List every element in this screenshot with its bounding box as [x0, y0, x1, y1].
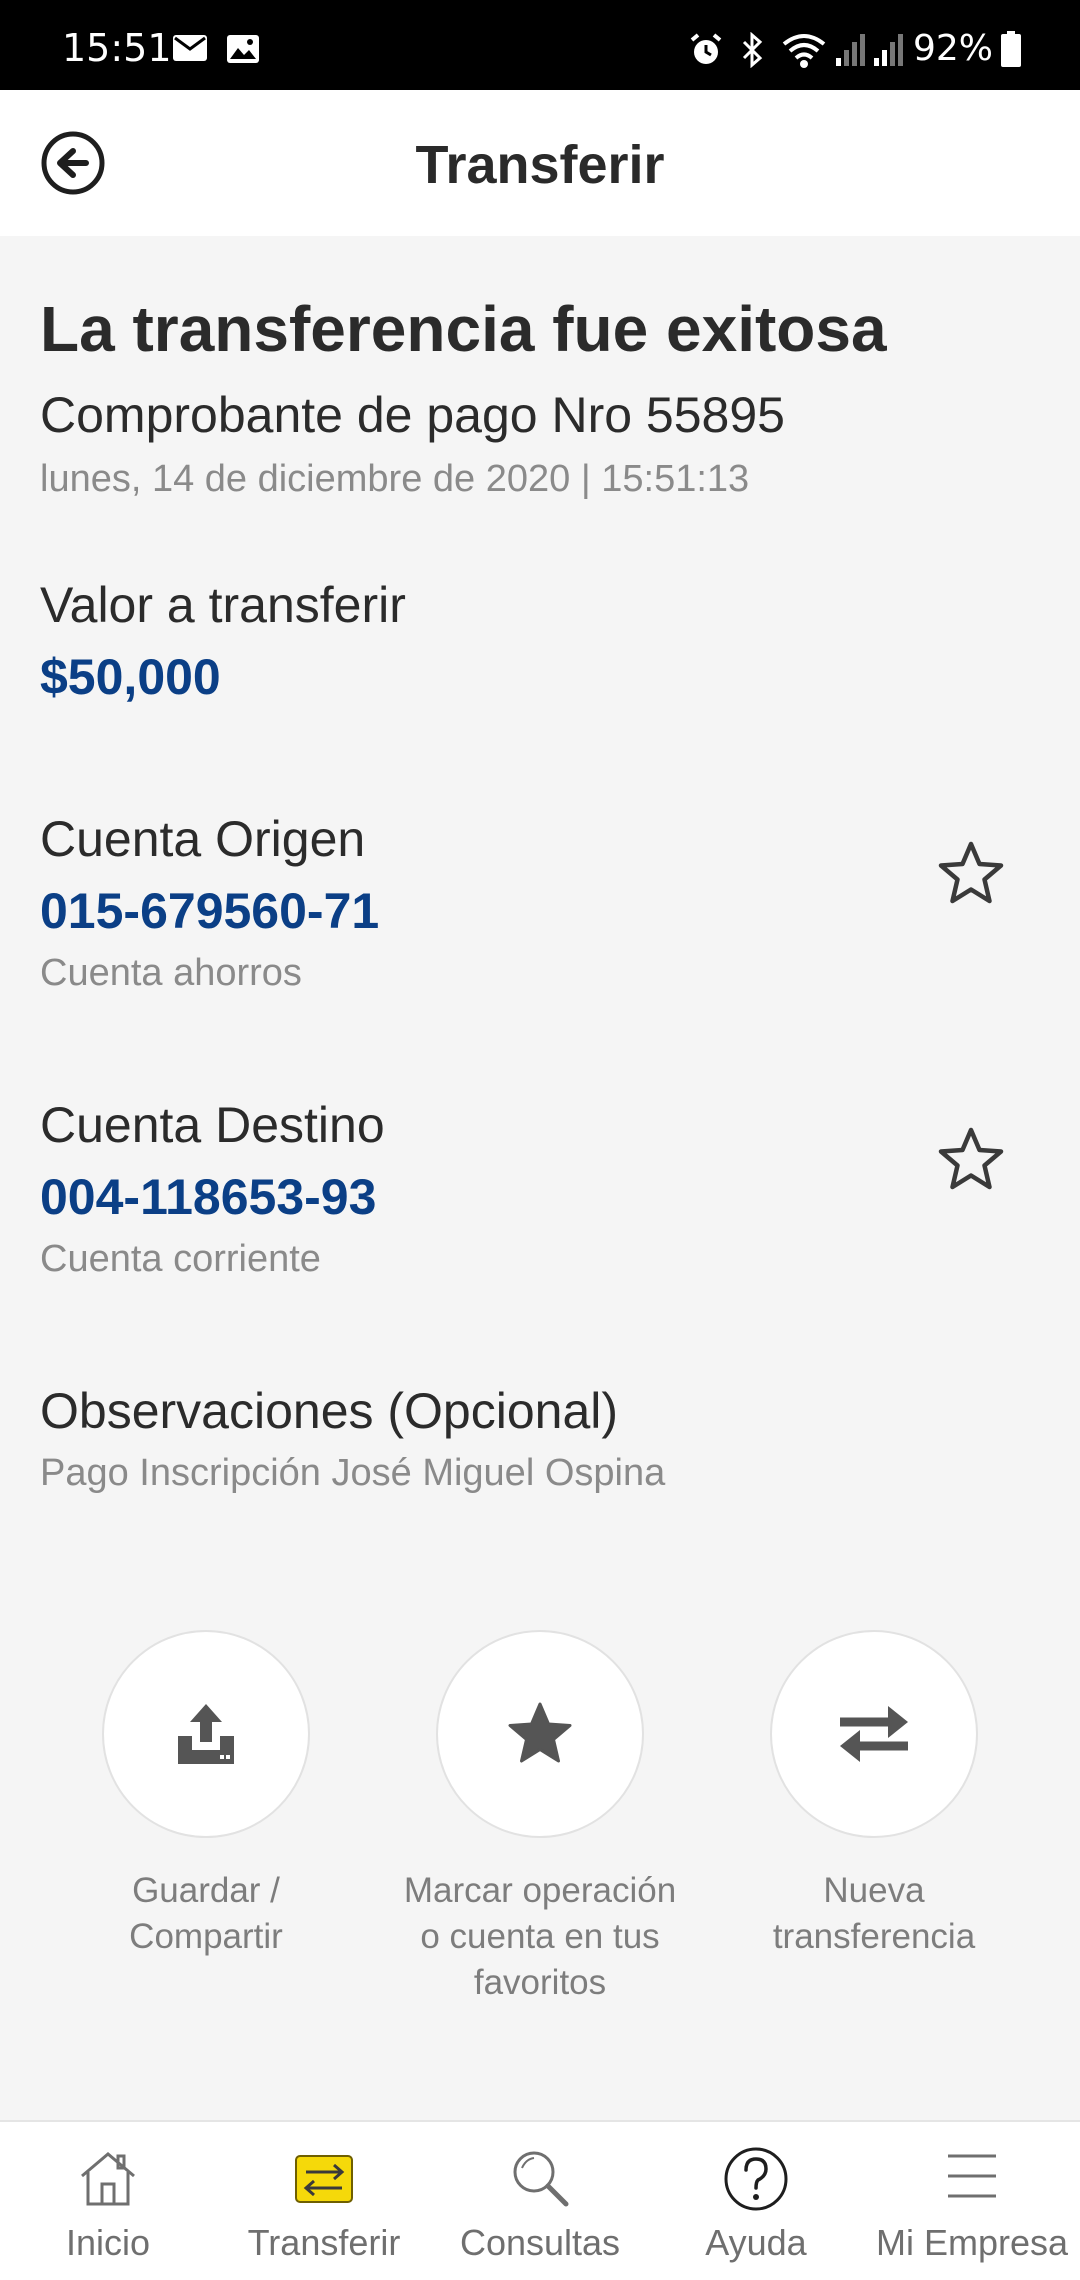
- receipt-datetime: lunes, 14 de diciembre de 2020 | 15:51:1…: [40, 458, 750, 500]
- nav-item-mi-empresa[interactable]: Mi Empresa: [864, 2122, 1080, 2280]
- success-headline: La transferencia fue exitosa: [40, 293, 887, 365]
- bottom-navigation: Inicio Transferir Consultas Ayuda Mi Emp…: [0, 2120, 1080, 2280]
- nav-label-inicio: Inicio: [65, 2222, 151, 2263]
- image-icon: [227, 35, 259, 63]
- battery-percent: 92%: [913, 28, 994, 69]
- wifi-icon: [782, 34, 826, 68]
- new-transfer-button[interactable]: Nueva transferencia: [734, 1630, 1014, 1960]
- save-share-button[interactable]: Guardar / Compartir: [66, 1630, 346, 1960]
- nav-label-mi-empresa: Mi Empresa: [875, 2222, 1069, 2263]
- home-icon: [81, 2152, 135, 2206]
- amount-label: Valor a transferir: [40, 577, 406, 633]
- mark-favorite-button[interactable]: Marcar operación o cuenta en tus favorit…: [400, 1630, 680, 2006]
- nav-label-transferir: Transferir: [247, 2222, 401, 2263]
- transfer-icon: [295, 2155, 353, 2203]
- destination-account-label: Cuenta Destino: [40, 1097, 385, 1153]
- amount-value: $50,000: [40, 649, 221, 705]
- battery-icon: [1001, 31, 1021, 67]
- status-bar: 15:51 92%: [0, 0, 1080, 90]
- new-transfer-label-line2: transferencia: [772, 1917, 976, 1956]
- alarm-icon: [690, 33, 722, 64]
- origin-account-label: Cuenta Origen: [40, 811, 366, 867]
- page-title: Transferir: [415, 135, 665, 195]
- destination-account-number: 004-118653-93: [40, 1169, 377, 1225]
- nav-item-ayuda[interactable]: Ayuda: [648, 2122, 864, 2280]
- nav-item-transferir[interactable]: Transferir: [216, 2122, 432, 2280]
- favorite-destination-star-icon[interactable]: [935, 1124, 1007, 1196]
- menu-icon: [948, 2154, 996, 2198]
- mark-favorite-label-line2: o cuenta en tus: [420, 1917, 660, 1956]
- mail-icon: [173, 35, 207, 61]
- search-icon: [513, 2151, 569, 2207]
- favorite-origin-star-icon[interactable]: [935, 838, 1007, 910]
- app-bar: Transferir: [0, 90, 1080, 236]
- nav-item-inicio[interactable]: Inicio: [0, 2122, 216, 2280]
- new-transfer-circle[interactable]: [770, 1630, 978, 1838]
- origin-account-type: Cuenta ahorros: [40, 952, 302, 994]
- star-icon: [508, 1702, 572, 1763]
- mark-favorite-label-line1: Marcar operación: [403, 1871, 677, 1910]
- help-icon: [724, 2147, 788, 2211]
- nav-item-consultas[interactable]: Consultas: [432, 2122, 648, 2280]
- swap-arrows-icon: [840, 1706, 908, 1762]
- status-time: 15:51: [62, 26, 172, 70]
- mark-favorite-circle[interactable]: [436, 1630, 644, 1838]
- save-share-circle[interactable]: [102, 1630, 310, 1838]
- receipt-number: Comprobante de pago Nro 55895: [40, 387, 785, 443]
- save-share-label-line1: Guardar /: [132, 1871, 280, 1910]
- destination-account-type: Cuenta corriente: [40, 1238, 321, 1280]
- bluetooth-icon: [742, 32, 763, 68]
- new-transfer-label-line1: Nueva: [823, 1871, 925, 1910]
- signal-icon: [874, 34, 903, 66]
- save-share-label-line2: Compartir: [129, 1917, 283, 1956]
- nav-label-ayuda: Ayuda: [705, 2222, 807, 2263]
- notes-label: Observaciones (Opcional): [40, 1383, 619, 1439]
- origin-account-number: 015-679560-71: [40, 883, 380, 939]
- upload-icon: [178, 1704, 234, 1764]
- signal-icon: [836, 34, 865, 66]
- notes-value: Pago Inscripción José Miguel Ospina: [40, 1452, 666, 1494]
- nav-label-consultas: Consultas: [459, 2222, 621, 2263]
- mark-favorite-label-line3: favoritos: [473, 1963, 607, 2002]
